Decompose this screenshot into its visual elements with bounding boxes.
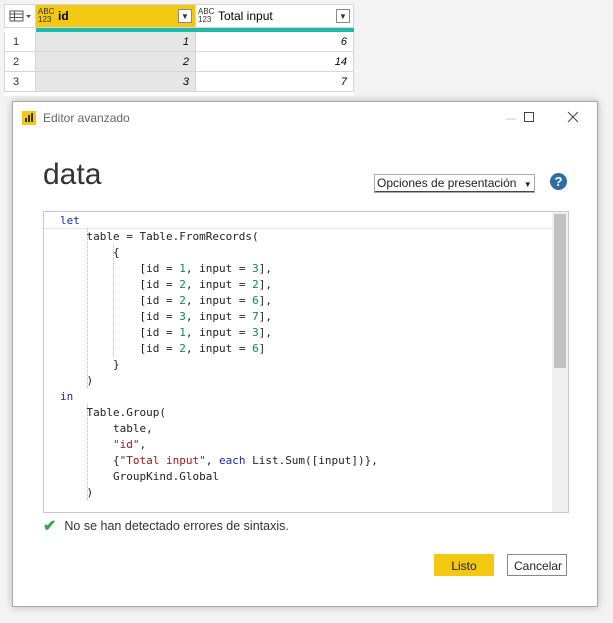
table-row[interactable]: 1 1 6 [4, 32, 354, 52]
status-text: No se han detectado errores de sintaxis. [64, 519, 289, 533]
data-grid: ABC 123 id ▼ ABC 123 Total input ▼ 1 1 6 2… [4, 4, 354, 96]
code-line: table = Table.FromRecords( [60, 230, 259, 243]
title-bar: Editor avanzado [13, 102, 597, 134]
code-line: GroupKind.Global [60, 470, 219, 483]
code-line: table, [60, 422, 153, 435]
query-name-title: data [43, 158, 102, 191]
row-index: 2 [4, 52, 36, 72]
code-line: [id = 1, input = 3], [60, 326, 272, 339]
cell-total-input[interactable]: 14 [196, 52, 354, 72]
view-options-dropdown[interactable]: Opciones de presentación ▼ [375, 175, 534, 192]
cancel-button[interactable]: Cancelar [507, 554, 567, 576]
column-name: id [58, 9, 69, 23]
window-title: Editor avanzado [43, 111, 130, 125]
chevron-down-icon: ▼ [523, 180, 532, 189]
code-line: ) [60, 486, 94, 499]
view-options-label: Opciones de presentación [377, 176, 517, 190]
row-index: 3 [4, 72, 36, 92]
code-editor[interactable]: let table = Table.FromRecords( { [id = 1… [43, 211, 569, 513]
type-any-icon: ABC 123 [198, 7, 215, 24]
filter-dropdown-icon[interactable]: ▼ [336, 9, 350, 23]
table-row[interactable]: 2 2 14 [4, 52, 354, 72]
code-line: Table.Group( [60, 406, 166, 419]
code-line: { [60, 246, 120, 259]
close-icon[interactable] [559, 106, 587, 130]
code-line: in [60, 390, 74, 403]
vertical-scrollbar[interactable] [552, 212, 568, 512]
code-line: } [60, 358, 120, 371]
table-row[interactable]: 3 3 7 [4, 72, 354, 92]
filter-dropdown-icon[interactable]: ▼ [178, 9, 192, 23]
code-line: let [60, 214, 80, 227]
advanced-editor-dialog: Editor avanzado data Opciones de present… [12, 101, 598, 607]
row-index: 1 [4, 32, 36, 52]
code-line: [id = 3, input = 7], [60, 310, 272, 323]
maximize-icon[interactable] [515, 106, 543, 130]
code-line: "id", [112, 438, 147, 451]
cell-total-input[interactable]: 7 [196, 72, 354, 92]
code-line: [id = 2, input = 6], [60, 294, 272, 307]
cell-id[interactable]: 3 [36, 72, 196, 92]
syntax-status: ✔ No se han detectado errores de sintaxi… [43, 516, 289, 536]
column-header-id[interactable]: ABC 123 id ▼ [36, 4, 196, 28]
code-line: [id = 2, input = 2], [60, 278, 272, 291]
cell-id[interactable]: 2 [36, 52, 196, 72]
code-line: [id = 1, input = 3], [60, 262, 272, 275]
column-header-total-input[interactable]: ABC 123 Total input ▼ [196, 4, 354, 28]
code-text[interactable]: let table = Table.FromRecords( { [id = 1… [60, 213, 378, 501]
type-any-icon: ABC 123 [38, 7, 55, 24]
code-line: ) [60, 374, 94, 387]
help-icon[interactable]: ? [550, 173, 567, 190]
cell-total-input[interactable]: 6 [196, 32, 354, 52]
code-line: [id = 2, input = 6] [60, 342, 266, 355]
column-name: Total input [218, 9, 273, 23]
cell-id[interactable]: 1 [36, 32, 196, 52]
scrollbar-thumb[interactable] [554, 214, 566, 368]
power-bi-logo-icon [22, 111, 36, 125]
code-line: {"Total input", each List.Sum([input])}, [60, 454, 378, 467]
done-button[interactable]: Listo [434, 554, 494, 576]
table-menu-icon[interactable] [4, 4, 36, 28]
checkmark-icon: ✔ [43, 518, 57, 535]
